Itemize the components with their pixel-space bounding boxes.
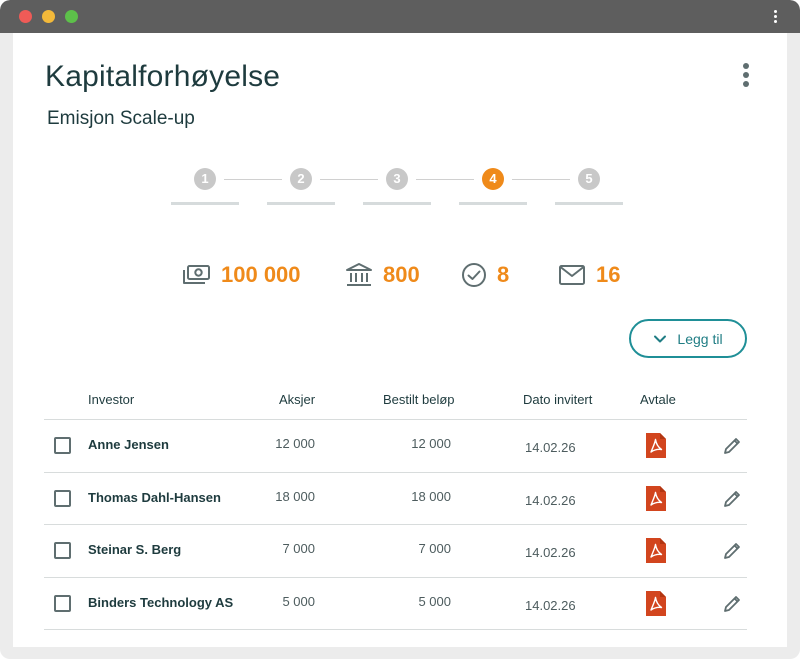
stat-approved: 8 — [461, 255, 509, 295]
row-checkbox[interactable] — [54, 542, 71, 559]
date-invited-value: 14.02.26 — [525, 597, 576, 613]
app-window: Kapitalforhøyelse Emisjon Scale-up 1 2 3… — [0, 0, 800, 659]
step-bar — [267, 202, 335, 205]
edit-icon[interactable] — [721, 540, 743, 562]
pdf-icon[interactable] — [645, 590, 667, 617]
mail-icon — [559, 265, 585, 285]
more-options-icon[interactable] — [741, 63, 751, 89]
step-4[interactable]: 4 — [459, 168, 527, 208]
column-header-ordered-amount[interactable]: Bestilt beløp — [383, 392, 455, 407]
amount-value: 100 000 — [221, 262, 301, 287]
shares-value: 5 000 — [282, 593, 315, 609]
column-header-shares[interactable]: Aksjer — [279, 392, 315, 407]
investor-name: Binders Technology AS — [88, 594, 234, 610]
step-bar — [459, 202, 527, 205]
shares-value: 12 000 — [275, 436, 315, 451]
add-investor-button[interactable]: Legg til — [629, 319, 747, 358]
date-invited-value: 14.02.26 — [525, 440, 576, 455]
shares-value: 7 000 — [282, 541, 315, 556]
shares-value: 18 000 — [275, 488, 315, 504]
investor-name: Steinar S. Berg — [88, 542, 182, 557]
table-header: Investor Aksjer Bestilt beløp Dato invit… — [44, 383, 747, 420]
main-content: Kapitalforhøyelse Emisjon Scale-up 1 2 3… — [13, 33, 787, 647]
edit-icon[interactable] — [721, 435, 743, 457]
step-number: 4 — [482, 168, 504, 190]
step-bar — [555, 202, 623, 205]
minimize-window-button[interactable] — [42, 10, 55, 23]
page-subtitle: Emisjon Scale-up — [47, 108, 195, 129]
pdf-icon[interactable] — [645, 485, 667, 512]
column-header-investor[interactable]: Investor — [88, 392, 134, 407]
stat-amount: 100 000 — [181, 255, 301, 295]
title-bar — [0, 0, 800, 33]
close-window-button[interactable] — [19, 10, 32, 23]
stat-bank: 800 — [345, 255, 420, 295]
money-icon — [183, 265, 210, 284]
ordered-amount-value: 5 000 — [418, 593, 451, 609]
stepper: 1 2 3 4 5 — [171, 168, 631, 208]
bank-icon — [346, 263, 372, 286]
step-bar — [171, 202, 239, 205]
investor-table: Investor Aksjer Bestilt beløp Dato invit… — [44, 383, 747, 630]
row-checkbox[interactable] — [54, 489, 71, 507]
check-circle-icon — [462, 263, 486, 287]
column-header-agreement[interactable]: Avtale — [640, 392, 676, 407]
date-invited-value: 14.02.26 — [525, 492, 576, 508]
invited-value: 16 — [596, 262, 621, 287]
row-checkbox[interactable] — [54, 594, 71, 612]
ordered-amount-value: 12 000 — [411, 436, 451, 451]
edit-icon[interactable] — [721, 593, 743, 615]
window-menu-icon[interactable] — [772, 10, 778, 24]
maximize-window-button[interactable] — [65, 10, 78, 23]
step-1[interactable]: 1 — [171, 168, 239, 208]
chevron-down-icon — [654, 335, 667, 342]
pdf-icon[interactable] — [645, 432, 667, 459]
step-bar — [363, 202, 431, 205]
step-number: 3 — [386, 168, 408, 190]
approved-value: 8 — [497, 262, 510, 287]
ordered-amount-value: 7 000 — [418, 541, 451, 556]
step-3[interactable]: 3 — [363, 168, 431, 208]
date-invited-value: 14.02.26 — [525, 545, 576, 560]
table-row[interactable]: Anne Jensen 12 000 12 000 14.02.26 — [44, 420, 747, 473]
step-5[interactable]: 5 — [555, 168, 623, 208]
add-button-label: Legg til — [677, 330, 723, 347]
column-header-date-invited[interactable]: Dato invitert — [523, 392, 592, 407]
table-row[interactable]: Binders Technology AS 5 000 5 000 14.02.… — [44, 578, 747, 630]
pdf-icon[interactable] — [645, 537, 667, 564]
page-title: Kapitalforhøyelse — [45, 60, 281, 93]
step-number: 5 — [578, 168, 600, 190]
summary-stats: 100 000 800 8 16 — [13, 255, 787, 295]
row-checkbox[interactable] — [54, 437, 71, 454]
bank-value: 800 — [383, 262, 420, 287]
stat-invited: 16 — [558, 255, 620, 295]
step-number: 1 — [194, 168, 216, 190]
step-2[interactable]: 2 — [267, 168, 335, 208]
edit-icon[interactable] — [721, 488, 743, 510]
table-row[interactable]: Steinar S. Berg 7 000 7 000 14.02.26 — [44, 525, 747, 578]
step-number: 2 — [290, 168, 312, 190]
investor-name: Thomas Dahl-Hansen — [88, 489, 221, 505]
ordered-amount-value: 18 000 — [411, 488, 451, 504]
table-row[interactable]: Thomas Dahl-Hansen 18 000 18 000 14.02.2… — [44, 473, 747, 525]
investor-name: Anne Jensen — [88, 437, 169, 452]
